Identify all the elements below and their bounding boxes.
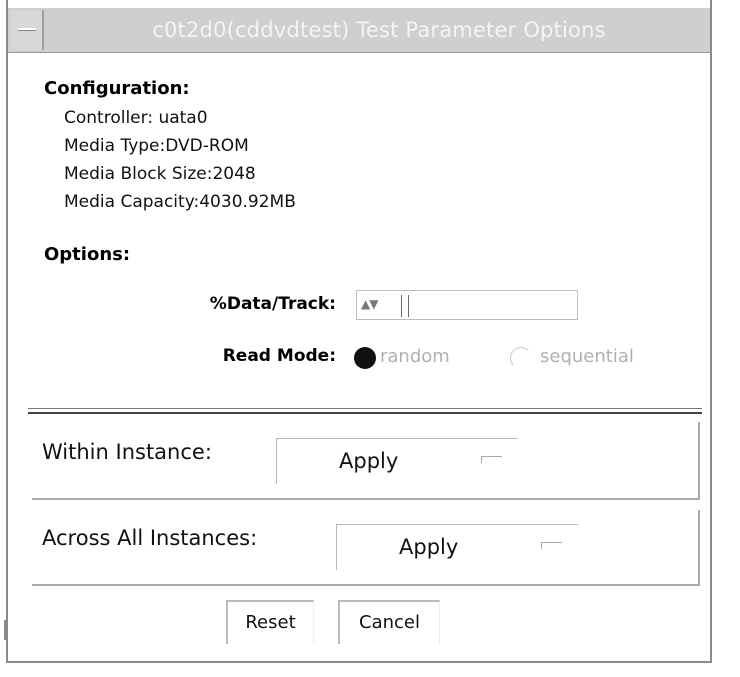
radio-selected-icon[interactable] xyxy=(354,347,376,369)
data-track-label: %Data/Track: xyxy=(209,294,336,314)
dialog-window: c0t2d0(cddvdtest) Test Parameter Options… xyxy=(6,8,712,663)
options-heading: Options: xyxy=(44,244,131,265)
read-mode-label: Read Mode: xyxy=(222,346,336,366)
media-capacity-text: Media Capacity:4030.92MB xyxy=(64,192,296,212)
radio-random[interactable]: random xyxy=(354,344,494,372)
option-menu-indicator-icon xyxy=(541,542,562,549)
across-instances-apply-label: Apply xyxy=(399,535,459,559)
within-instance-group: Within Instance: Apply xyxy=(32,422,700,500)
option-menu-indicator-icon xyxy=(481,456,502,463)
configuration-heading: Configuration: xyxy=(44,78,190,99)
radio-unselected-icon[interactable] xyxy=(510,347,532,369)
within-instance-label: Within Instance: xyxy=(42,440,212,464)
reset-button[interactable]: Reset xyxy=(226,600,314,644)
across-instances-label: Across All Instances: xyxy=(42,526,258,550)
controller-text: Controller: uata0 xyxy=(64,108,208,128)
window-menu-button[interactable] xyxy=(10,10,44,50)
radio-random-label: random xyxy=(380,346,450,367)
radio-sequential[interactable]: sequential xyxy=(510,344,690,372)
separator-line xyxy=(28,408,702,409)
across-instances-apply-button[interactable]: Apply xyxy=(336,524,578,570)
window-menu-icon xyxy=(18,28,36,30)
cancel-button[interactable]: Cancel xyxy=(338,600,440,644)
within-instance-apply-label: Apply xyxy=(339,449,399,473)
media-block-size-text: Media Block Size:2048 xyxy=(64,164,256,184)
radio-sequential-label: sequential xyxy=(540,346,634,367)
separator-line-dark xyxy=(28,412,702,414)
data-track-spinner[interactable]: ▲▼ xyxy=(356,290,578,320)
window-title: c0t2d0(cddvdtest) Test Parameter Options xyxy=(152,18,606,42)
within-instance-apply-button[interactable]: Apply xyxy=(276,438,518,484)
media-type-text: Media Type:DVD-ROM xyxy=(64,136,249,156)
text-caret xyxy=(401,295,409,317)
spinner-arrows-icon[interactable]: ▲▼ xyxy=(361,297,378,311)
window-frame-side-mark xyxy=(4,620,6,640)
across-instances-group: Across All Instances: Apply xyxy=(32,510,700,586)
title-bar[interactable]: c0t2d0(cddvdtest) Test Parameter Options xyxy=(8,8,710,53)
